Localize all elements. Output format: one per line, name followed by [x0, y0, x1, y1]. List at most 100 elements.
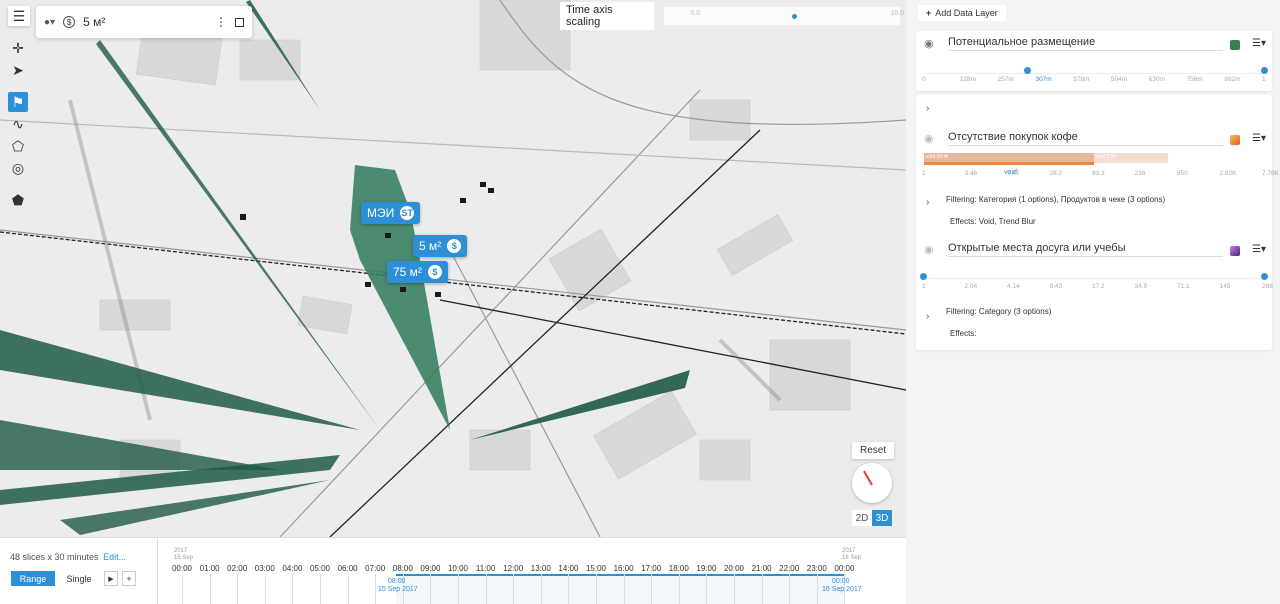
- effects-line: Effects:: [950, 329, 977, 338]
- eye-icon[interactable]: ◉: [924, 132, 934, 145]
- layer-name[interactable]: Отсутствие покупок кофе: [948, 131, 1223, 146]
- range-button[interactable]: Range: [11, 571, 55, 586]
- color-swatch[interactable]: [1230, 246, 1240, 256]
- hour-tick: [678, 574, 680, 604]
- hour-label: 08:00: [392, 564, 413, 573]
- pin-label: 75 м²: [393, 265, 422, 279]
- layer-menu-icon[interactable]: ☰▾: [1252, 244, 1266, 255]
- effects-value: Void, Trend Blur: [978, 217, 1036, 226]
- hour-label: 20:00: [723, 564, 745, 573]
- compass-icon[interactable]: ◎: [8, 158, 28, 178]
- polygon-icon[interactable]: ⬠: [8, 136, 28, 156]
- compass-needle-icon: [863, 470, 873, 486]
- hour-label: 23:00: [806, 564, 827, 573]
- filter-label: Filtering:: [946, 195, 977, 204]
- add-data-layer-button[interactable]: + Add Data Layer: [918, 5, 1006, 21]
- layer-card-1: ◉ Потенциальное размещение ☰▾ 0 128m 257m 3…: [916, 31, 1272, 91]
- slider-knob-end[interactable]: [1261, 67, 1268, 74]
- bar-left-label: void 10.4k: [926, 154, 949, 160]
- map-canvas[interactable]: ☰ ●▾ $ 5 м² ⋮ ✛ ➤ ⚑ ∿ ⬠ ◎ ⬟ Time axis sc…: [0, 0, 906, 537]
- sel-start-time: 08:00: [388, 578, 406, 585]
- flag-icon[interactable]: ⚑: [8, 92, 28, 112]
- eye-icon[interactable]: ◉: [924, 37, 934, 50]
- chevron-right-icon[interactable]: ›: [926, 311, 929, 322]
- top-value-box[interactable]: ●▾ $ 5 м² ⋮: [36, 6, 252, 38]
- slider-knob[interactable]: [920, 273, 927, 280]
- pin-mei[interactable]: МЭИ ST: [361, 202, 421, 224]
- color-swatch[interactable]: [1230, 40, 1240, 50]
- filter-mid: (1 options),: [1018, 195, 1061, 204]
- hour-label: 12:00: [503, 564, 524, 573]
- hour-label: 19:00: [696, 564, 717, 573]
- filter-end: (3 options): [1013, 307, 1052, 316]
- tick-label: 1: [922, 283, 926, 290]
- hour-label: 11:00: [475, 564, 496, 573]
- tick-label: 28.2: [1049, 170, 1063, 177]
- mode-3d-button[interactable]: 3D: [872, 510, 892, 526]
- pin-label: МЭИ: [367, 206, 395, 220]
- filter-line[interactable]: Filtering: Категория (1 options), Продук…: [946, 195, 1165, 204]
- hour-label: 04:00: [282, 564, 303, 573]
- pointer-icon[interactable]: ➤: [8, 60, 28, 80]
- hour-label: 07:00: [365, 564, 386, 573]
- selected-range[interactable]: [396, 574, 844, 604]
- pentagon-icon[interactable]: ⬟: [8, 190, 28, 210]
- layer-name[interactable]: Открытые места досуга или учебы: [948, 242, 1223, 257]
- hour-tick: [430, 574, 432, 604]
- hour-tick: [761, 574, 763, 604]
- sel-end-date: 16 Sep 2017: [822, 586, 862, 593]
- hour-label: 14:00: [558, 564, 579, 573]
- tick-label: 3.46: [964, 170, 978, 177]
- mode-2d-button[interactable]: 2D: [852, 510, 872, 526]
- single-button[interactable]: Single: [58, 571, 100, 586]
- sel-end-time: 00:00: [832, 578, 850, 585]
- time-axis-slider[interactable]: 0.0 10.0: [664, 7, 904, 25]
- color-swatch[interactable]: [1230, 135, 1240, 145]
- tick-label: 128m: [959, 76, 977, 83]
- menu-button[interactable]: ☰: [8, 6, 30, 26]
- hour-tick: [513, 574, 515, 604]
- square-icon[interactable]: [235, 17, 244, 27]
- tick-label: 236: [1134, 170, 1146, 177]
- filter-label: Filtering:: [946, 307, 977, 316]
- tick-label: 7.76K: [1262, 170, 1279, 177]
- reset-button[interactable]: Reset: [852, 442, 895, 459]
- slider-track[interactable]: [924, 278, 1266, 279]
- filter-value: Category: [978, 307, 1012, 316]
- layer-card-3: › Filtering: Категория (1 options), Прод…: [916, 181, 1273, 350]
- range-bar-right: void 0.3k: [1094, 153, 1168, 163]
- layer-menu-icon[interactable]: ☰▾: [1252, 133, 1266, 144]
- compass-dial[interactable]: [852, 463, 892, 503]
- slider-knob[interactable]: [792, 14, 798, 19]
- slider-knob-end[interactable]: [1261, 273, 1268, 280]
- bar-right-label: void 0.3k: [1096, 154, 1117, 160]
- layer-name[interactable]: Потенциальное размещение: [948, 36, 1223, 51]
- move-icon[interactable]: ✛: [8, 38, 28, 58]
- play-button[interactable]: ▶: [104, 571, 118, 586]
- slider-track[interactable]: [924, 73, 1266, 74]
- add-button[interactable]: +: [122, 571, 136, 586]
- value-text: 5 м²: [83, 15, 106, 29]
- start-year: 2017: [174, 548, 188, 554]
- end-year: 2017: [842, 548, 856, 554]
- hour-label: 00:00: [171, 564, 193, 573]
- hour-label: 02:00: [227, 564, 248, 573]
- filter-end: (3 options): [1127, 195, 1166, 204]
- filter-line[interactable]: Filtering: Category (3 options): [946, 307, 1051, 316]
- chevron-right-icon[interactable]: ›: [926, 197, 929, 208]
- pin-5m2[interactable]: 5 м² $: [413, 235, 468, 257]
- chevron-right-icon[interactable]: ›: [926, 103, 929, 114]
- record-icon[interactable]: ●▾: [44, 17, 55, 28]
- tick-label: 2.82K: [1219, 170, 1237, 177]
- eye-icon[interactable]: ◉: [924, 243, 934, 256]
- timeline-axis[interactable]: 2017 15 Sep 2017 16 Sep 00:00 01:00 02:00 0…: [172, 538, 864, 604]
- hour-tick: [485, 574, 487, 604]
- pin-label: 5 м²: [419, 239, 442, 253]
- slider-knob[interactable]: [1024, 67, 1031, 74]
- layer-menu-icon[interactable]: ☰▾: [1252, 38, 1266, 49]
- more-icon[interactable]: ⋮: [215, 15, 227, 29]
- pin-75m2[interactable]: 75 м² $: [387, 261, 448, 283]
- slider-max: 10.0: [890, 10, 905, 17]
- route-icon[interactable]: ∿: [8, 114, 28, 134]
- edit-link[interactable]: Edit...: [103, 552, 126, 562]
